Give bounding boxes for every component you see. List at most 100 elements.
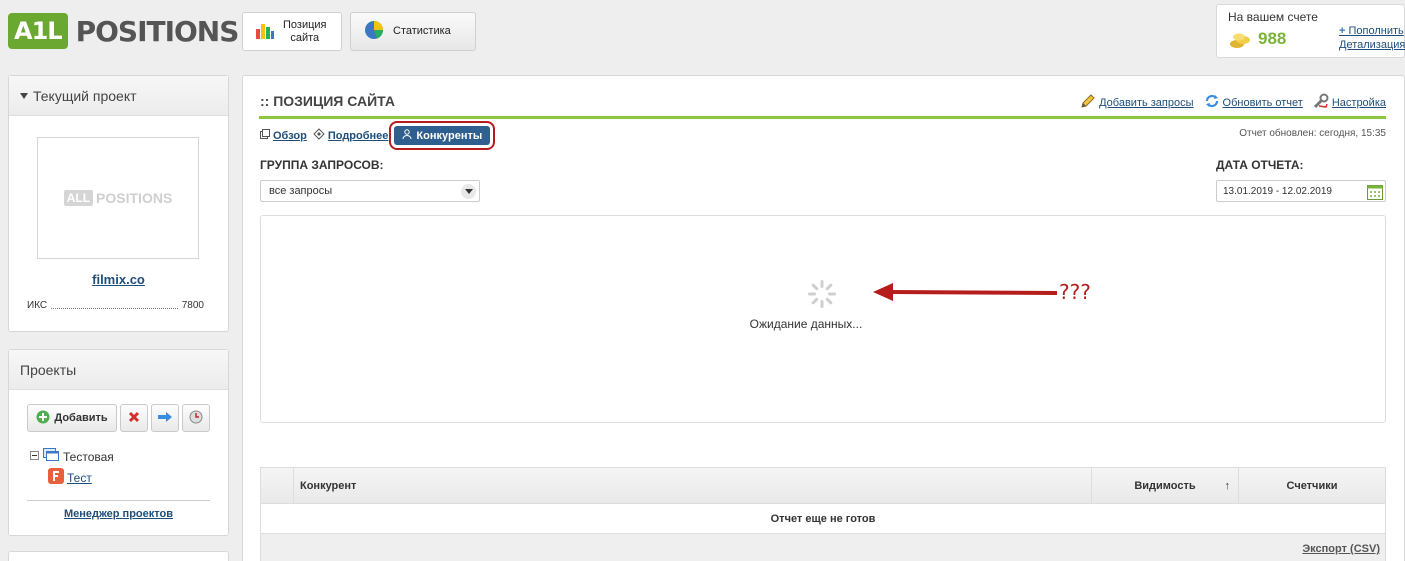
coins-icon [1229, 32, 1253, 53]
refresh-report-link[interactable]: Обновить отчет [1223, 97, 1303, 109]
app-logo[interactable]: A1L POSITIONS [8, 12, 240, 50]
annotation-question: ??? [1059, 280, 1091, 304]
query-group-select[interactable]: все запросы [260, 180, 480, 202]
table-empty-row: Отчет еще не готов [261, 504, 1385, 534]
logo-mark: A1L [8, 13, 68, 49]
topup-label: Пополнить [1348, 25, 1404, 37]
add-queries-action[interactable]: Добавить запросы [1080, 93, 1194, 112]
main-actions: Добавить запросы Обновить отчет Настройк… [1080, 93, 1386, 112]
clock-icon [189, 410, 203, 427]
pie-chart-icon [363, 19, 385, 44]
tree-item-row[interactable]: Тест [30, 467, 114, 488]
details-diamond-icon [313, 128, 325, 143]
project-manager-section: Менеджер проектов [27, 500, 210, 520]
table-header-blank [261, 468, 293, 503]
refresh-icon [1204, 93, 1220, 112]
wrench-icon [1313, 93, 1329, 112]
topup-link[interactable]: + Пополнить [1339, 25, 1404, 37]
query-group-value: все запросы [269, 185, 333, 197]
user-icon [402, 129, 412, 142]
report-date-value: 13.01.2019 - 12.02.2019 [1223, 185, 1332, 197]
current-project-panel: Текущий проект ALL POSITIONS filmix.co И… [8, 75, 229, 332]
report-date-input[interactable]: 13.01.2019 - 12.02.2019 [1216, 180, 1386, 202]
iks-label: ИКС [27, 300, 48, 311]
add-project-label: Добавить [54, 412, 108, 424]
refresh-report-action[interactable]: Обновить отчет [1204, 93, 1303, 112]
project-manager-link[interactable]: Менеджер проектов [64, 508, 173, 520]
iks-value: 7800 [181, 300, 204, 311]
settings-link[interactable]: Настройка [1332, 97, 1386, 109]
report-subtabs: Обзор Подробнее Конкуренты [260, 121, 496, 150]
tab-statistics-label: Статистика [393, 25, 451, 37]
loading-text: Ожидание данных... [749, 317, 863, 331]
iks-dots [51, 302, 178, 309]
report-updated-text: Отчет обновлен: сегодня, 15:35 [1239, 128, 1386, 139]
export-csv-link[interactable]: Экспорт (CSV) [1302, 543, 1380, 555]
subtab-overview-label[interactable]: Обзор [273, 130, 307, 142]
delete-project-button[interactable] [120, 404, 148, 432]
subtab-details[interactable]: Подробнее [313, 128, 389, 143]
iks-row: ИКС 7800 [27, 300, 204, 311]
competitors-table: Конкурент Видимость ↑ Счетчики Отчет еще… [260, 467, 1386, 561]
query-group-label: ГРУППА ЗАПРОСОВ: [260, 158, 384, 172]
settings-action[interactable]: Настройка [1313, 93, 1386, 112]
move-project-button[interactable] [151, 404, 179, 432]
logo-text: POSITIONS [75, 14, 240, 48]
current-project-title: Текущий проект [33, 87, 137, 104]
tree-collapse-icon [30, 450, 40, 464]
title-underline [259, 116, 1386, 119]
thumbnail-logo-mark: ALL [63, 190, 94, 206]
loading-spinner-icon [807, 279, 837, 312]
project-tree: Тестовая Тест [30, 446, 114, 488]
calendar-icon[interactable] [1367, 184, 1383, 203]
add-queries-link[interactable]: Добавить запросы [1099, 97, 1193, 109]
site-thumbnail[interactable]: ALL POSITIONS [37, 137, 199, 259]
subtab-overview[interactable]: Обзор [260, 129, 307, 142]
subtab-competitors-label: Конкуренты [416, 129, 483, 142]
plus-icon: + [1339, 25, 1346, 37]
bar-chart-icon [255, 20, 275, 43]
subtab-details-label[interactable]: Подробнее [328, 130, 389, 142]
project-f-icon [48, 468, 64, 487]
tab-site-position-line1: Позиция [283, 18, 327, 31]
table-header: Конкурент Видимость ↑ Счетчики [261, 468, 1385, 504]
column-visibility-label: Видимость [1134, 479, 1196, 492]
tree-group-row[interactable]: Тестовая [30, 446, 114, 467]
column-visibility[interactable]: Видимость ↑ [1091, 468, 1238, 503]
add-circle-icon [36, 410, 50, 427]
column-competitor[interactable]: Конкурент [293, 468, 1091, 503]
projects-panel: Проекты Добавить Тестовая Тест Менеджер … [8, 349, 229, 536]
thumbnail-logo-text: POSITIONS [96, 190, 173, 206]
subtab-competitors[interactable]: Конкуренты [389, 121, 496, 150]
column-counters[interactable]: Счетчики [1238, 468, 1385, 503]
page-title: :: ПОЗИЦИЯ САЙТА [260, 93, 395, 109]
account-balance-box: На вашем счете 988 + Пополнить Детализац… [1216, 4, 1405, 58]
site-link[interactable]: filmix.co [9, 272, 228, 287]
report-date-label: ДАТА ОТЧЕТА: [1216, 158, 1304, 172]
table-footer: Экспорт (CSV) [261, 534, 1385, 561]
details-link[interactable]: Детализация [1339, 39, 1405, 51]
schedule-project-button[interactable] [182, 404, 210, 432]
main-panel: :: ПОЗИЦИЯ САЙТА Добавить запросы Обнови… [242, 75, 1405, 561]
collapse-triangle-icon [20, 92, 28, 99]
sort-arrow-icon: ↑ [1224, 479, 1231, 492]
projects-header: Проекты [9, 350, 228, 390]
add-project-button[interactable]: Добавить [27, 404, 117, 432]
current-project-header[interactable]: Текущий проект [9, 76, 228, 116]
tree-item-link[interactable]: Тест [67, 471, 92, 485]
next-panel [8, 551, 229, 561]
delete-x-icon [128, 411, 140, 426]
balance-value: 988 [1258, 29, 1287, 48]
tree-group-label: Тестовая [63, 449, 114, 464]
arrow-right-icon [157, 411, 173, 426]
annotation-arrow-icon [873, 283, 1058, 301]
pencil-icon [1080, 93, 1096, 112]
loading-area: Ожидание данных... [260, 215, 1386, 423]
tab-statistics[interactable]: Статистика [350, 12, 476, 51]
chevron-down-icon [461, 184, 476, 199]
tab-site-position[interactable]: Позиция сайта [242, 12, 342, 51]
projects-title: Проекты [20, 361, 77, 378]
tab-site-position-line2: сайта [290, 31, 320, 44]
thumbnail-logo: ALL POSITIONS [63, 190, 173, 206]
account-title: На вашем счете [1228, 10, 1318, 24]
